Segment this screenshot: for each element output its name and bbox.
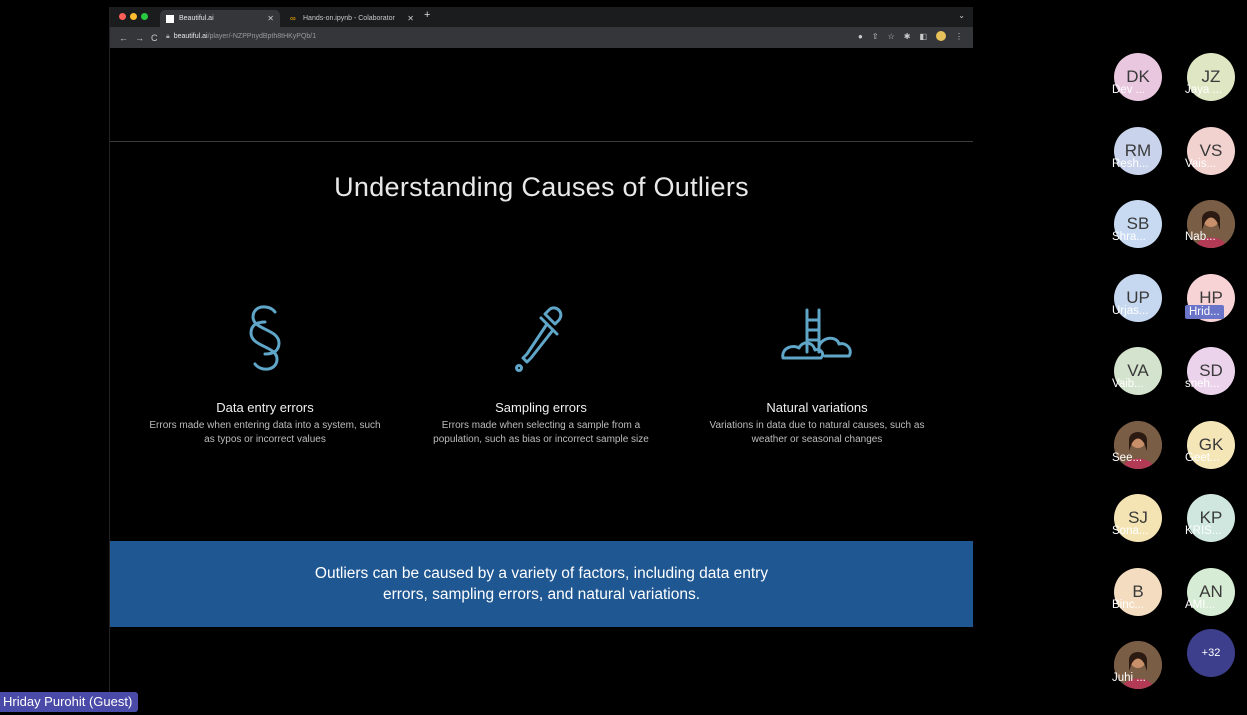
- dropper-icon: [515, 306, 563, 372]
- participant-name: Jaya ...: [1185, 84, 1223, 96]
- tab-colab[interactable]: ∞ Hands-on.ipynb - Colaborator ✕: [284, 10, 420, 27]
- back-icon[interactable]: ←: [119, 33, 128, 43]
- close-tab-icon[interactable]: ✕: [407, 14, 414, 23]
- side-panel-icon[interactable]: ◧: [919, 32, 927, 41]
- participant-name: Binc...: [1112, 599, 1144, 611]
- more-participants-button[interactable]: +32: [1187, 629, 1235, 677]
- participant-name: Dev ...: [1112, 84, 1146, 96]
- participant-name: KRIS...: [1185, 525, 1222, 537]
- menu-kebab-icon[interactable]: ⋮: [955, 32, 963, 41]
- lock-icon: 🔒︎: [166, 33, 170, 40]
- url-host: beautiful.ai: [173, 33, 208, 40]
- tab-title: Beautiful.ai: [179, 15, 214, 22]
- participant-name: sneh...: [1185, 378, 1220, 390]
- tab-search-icon[interactable]: ⌄: [958, 11, 965, 20]
- summary-banner: Outliers can be caused by a variety of f…: [110, 541, 973, 627]
- profile-avatar[interactable]: [936, 31, 946, 41]
- cause-description: Errors made when entering data into a sy…: [149, 420, 381, 445]
- cause-natural: Natural variations Variations in data du…: [697, 302, 937, 447]
- url-input[interactable]: 🔒︎ beautiful.ai/player/-NZPPnydBpth8tHKyP…: [166, 30, 886, 44]
- colab-favicon-icon: ∞: [290, 13, 296, 23]
- participant-name: Vais...: [1185, 158, 1217, 170]
- maximize-window-button[interactable]: [141, 13, 148, 20]
- url-path: /player/-NZPPnydBpth8tHKyPQb/1: [207, 33, 317, 40]
- cause-title: Natural variations: [766, 400, 868, 415]
- participant-name: Urjas...: [1112, 305, 1149, 317]
- cause-sampling: Sampling errors Errors made when selecti…: [421, 302, 661, 447]
- bookmark-star-icon[interactable]: ☆: [888, 32, 895, 41]
- participant-name: Resh...: [1112, 158, 1149, 170]
- participant-name: Nab...: [1185, 231, 1216, 243]
- forward-icon[interactable]: →: [135, 33, 144, 43]
- cause-data-entry: Data entry errors Errors made when enter…: [145, 302, 385, 447]
- participant-name: Sona...: [1112, 525, 1149, 537]
- participant-name: Vaib...: [1112, 378, 1144, 390]
- new-tab-button[interactable]: +: [424, 9, 430, 21]
- minimize-window-button[interactable]: [130, 13, 137, 20]
- address-bar: ← → C 🔒︎ beautiful.ai/player/-NZPPnydBpth…: [110, 27, 973, 48]
- participant-name: Juhi ...: [1112, 672, 1146, 684]
- window-controls: [119, 13, 148, 20]
- cause-title: Data entry errors: [216, 400, 314, 415]
- participant-name: See...: [1112, 452, 1143, 464]
- extensions-area: ● ⇧ ☆ ✱ ◧ ⋮: [858, 31, 963, 41]
- extensions-puzzle-icon[interactable]: ✱: [904, 32, 911, 41]
- participant-name: Geet...: [1185, 452, 1220, 464]
- slide-title: Understanding Causes of Outliers: [334, 172, 749, 202]
- close-window-button[interactable]: [119, 13, 126, 20]
- slide-divider: [110, 141, 973, 142]
- participant-name: Hrid...: [1185, 305, 1224, 319]
- reload-icon[interactable]: C: [151, 33, 158, 43]
- browser-window: Beautiful.ai ✕ ∞ Hands-on.ipynb - Colabo…: [109, 7, 973, 710]
- cause-title: Sampling errors: [495, 400, 587, 415]
- tab-title: Hands-on.ipynb - Colaborator: [303, 15, 395, 22]
- cause-description: Variations in data due to natural causes…: [709, 420, 925, 445]
- summary-text: Outliers can be caused by a variety of f…: [314, 565, 769, 603]
- section-sign-icon: [249, 305, 281, 371]
- participant-name: Shra...: [1112, 231, 1146, 243]
- extension-icon[interactable]: ●: [858, 32, 863, 41]
- tab-beautiful-ai[interactable]: Beautiful.ai ✕: [160, 10, 280, 27]
- active-speaker-label: Hriday Purohit (Guest): [0, 692, 139, 712]
- cause-description: Errors made when selecting a sample from…: [433, 420, 649, 445]
- beautiful-ai-favicon-icon: [166, 14, 174, 23]
- share-icon[interactable]: ⇧: [872, 32, 879, 41]
- tab-bar: Beautiful.ai ✕ ∞ Hands-on.ipynb - Colabo…: [110, 7, 973, 27]
- close-tab-icon[interactable]: ✕: [267, 14, 274, 23]
- participant-name: AMI...: [1185, 599, 1216, 611]
- bridge-clouds-icon: [781, 308, 852, 360]
